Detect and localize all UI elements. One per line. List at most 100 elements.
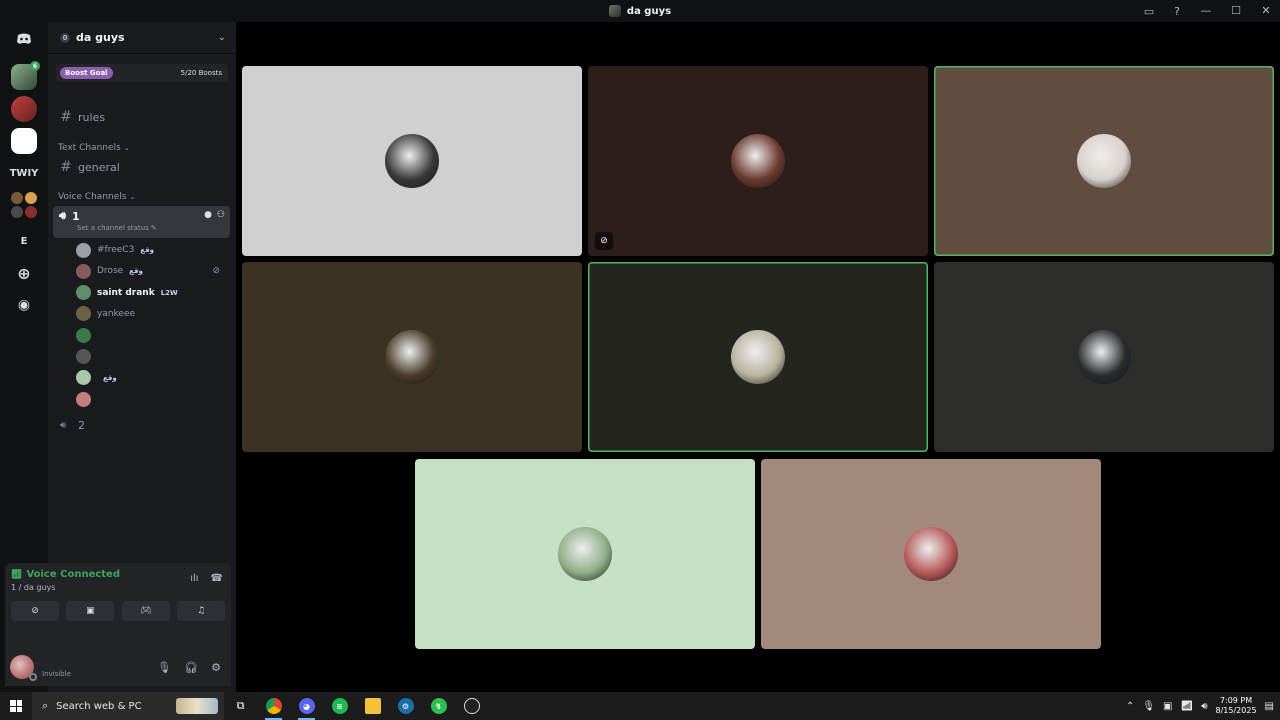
disconnect-icon[interactable]: ☎ <box>211 573 223 584</box>
microphone-icon[interactable]: 🎙︎ <box>157 661 171 674</box>
participant-tile[interactable] <box>761 459 1101 649</box>
participant-tile[interactable] <box>242 262 582 452</box>
noise-suppression-icon[interactable]: ılı <box>190 573 198 584</box>
discover-icon[interactable]: ◉ <box>11 292 37 318</box>
chrome-icon <box>265 698 282 714</box>
channel-rules-label: rules <box>78 110 106 124</box>
maximize-button[interactable]: ☐ <box>1228 3 1244 19</box>
camera-off-icon: ⊘ <box>31 606 39 616</box>
avatar <box>76 391 91 407</box>
taskbar-explorer[interactable] <box>356 692 389 720</box>
participant-tile[interactable]: ⊘ <box>588 66 928 256</box>
server-folder[interactable] <box>11 192 37 218</box>
voice-member[interactable] <box>76 348 226 366</box>
server-e[interactable]: E <box>11 228 37 254</box>
participant-tile[interactable] <box>415 459 755 649</box>
gear-icon[interactable]: ⚙ <box>211 661 221 674</box>
participant-avatar <box>558 527 612 581</box>
window-title-text: da guys <box>626 5 672 17</box>
headphones-icon[interactable]: 🎧︎ <box>184 661 198 674</box>
member-name: yankeee <box>97 308 136 319</box>
guild-header[interactable]: 0 da guys ⌄ <box>48 22 236 54</box>
task-view-button[interactable]: ⧉ <box>224 692 257 720</box>
server-da-guys[interactable]: 6 <box>11 61 40 90</box>
close-button[interactable]: ✕ <box>1258 3 1274 19</box>
soundboard-button[interactable]: ♫ <box>176 601 225 621</box>
system-tray: ⌃ 🎙︎ ▣ 📶︎ 🔊︎ 7:09 PM 8/15/2025 ▤ <box>1126 692 1280 720</box>
member-name: saint drank <box>97 287 155 298</box>
channel-status[interactable]: Set a channel status <box>77 224 149 232</box>
voice-member[interactable]: #freeC3 وقع <box>76 241 226 259</box>
mic-tray-icon[interactable]: 🎙︎ <box>1142 701 1155 712</box>
discord-home-icon[interactable] <box>11 26 37 52</box>
participant-tile[interactable] <box>588 262 928 452</box>
network-icon[interactable]: 📶︎ <box>1181 701 1194 712</box>
add-server-icon[interactable]: ⊕ <box>11 260 37 286</box>
taskbar-app-green[interactable]: ↯ <box>422 692 455 720</box>
gamepad-icon: 🎮︎ <box>139 606 152 616</box>
taskbar-chrome[interactable] <box>257 692 290 720</box>
minimize-button[interactable]: — <box>1198 3 1214 19</box>
channel-general[interactable]: # general <box>56 156 228 178</box>
server-twiy[interactable]: TWIY <box>10 160 39 186</box>
server-white[interactable] <box>11 128 37 154</box>
signal-icon: 📶︎ <box>11 569 23 580</box>
avatar <box>76 327 91 343</box>
voice-connected-status[interactable]: 📶︎ Voice Connected <box>11 569 120 580</box>
voice-channel-1[interactable]: 🔊︎ 1 Set a channel status ✎ ● ⚇ <box>53 206 230 238</box>
security-icon[interactable]: ▣ <box>1163 701 1172 712</box>
voice-member[interactable]: saint drank L2W <box>76 284 226 302</box>
taskbar-steam[interactable]: ⚙ <box>389 692 422 720</box>
hash-icon: # <box>60 109 72 125</box>
voice-member[interactable] <box>76 326 226 344</box>
channel-rules[interactable]: # rules <box>56 106 228 128</box>
voice-channel-2[interactable]: 🔊︎ 2 <box>56 414 228 436</box>
chevron-icon: ⌄ <box>123 144 130 152</box>
notification-icon[interactable]: ▤ <box>1265 701 1274 712</box>
taskbar-app-obs[interactable] <box>455 692 488 720</box>
chevron-up-icon[interactable]: ⌃ <box>1126 701 1134 712</box>
taskbar-discord[interactable]: ◕ <box>290 692 323 720</box>
screen-share-button[interactable]: ▣ <box>66 601 115 621</box>
voice-member[interactable] <box>76 390 226 408</box>
category-voice-label: Voice Channels <box>58 192 127 202</box>
participant-tile[interactable] <box>242 66 582 256</box>
server-thumb-icon <box>608 5 621 17</box>
invisible-status-dot <box>29 673 37 681</box>
windows-logo-icon <box>10 700 22 712</box>
boost-goal-label: Boost Goal <box>60 67 113 79</box>
participant-tile[interactable] <box>934 66 1274 256</box>
volume-icon[interactable]: 🔊︎ <box>1201 701 1207 712</box>
task-view-icon: ⧉ <box>236 699 245 712</box>
discord-icon: ◕ <box>298 698 315 714</box>
voice-member[interactable]: Drose وقع ⊘ <box>76 262 226 280</box>
guild-name: da guys <box>76 31 125 44</box>
category-voice-channels[interactable]: Voice Channels ⌄ <box>58 192 135 202</box>
category-text-channels[interactable]: Text Channels ⌄ <box>58 143 130 153</box>
help-icon[interactable]: ? <box>1170 4 1184 18</box>
speaker-icon: 🔊︎ <box>60 419 67 431</box>
voice-location[interactable]: 1 / da guys <box>11 583 55 592</box>
invite-icon[interactable]: ⚇ <box>217 210 225 220</box>
chat-icon[interactable]: ● <box>204 210 212 220</box>
taskbar-spotify[interactable]: ≋ <box>323 692 356 720</box>
camera-off-button[interactable]: ⊘ <box>11 601 59 621</box>
clock-date: 8/15/2025 <box>1215 706 1257 715</box>
pencil-icon: ✎ <box>150 224 157 232</box>
member-tag: L2W <box>160 288 178 297</box>
member-name: #freeC3 <box>97 245 135 255</box>
boost-goal-bar[interactable]: Boost Goal 5/20 Boosts <box>56 64 228 82</box>
start-button[interactable] <box>0 692 32 720</box>
avatar <box>76 370 91 386</box>
mic-muted-icon: ⊘ <box>595 232 613 250</box>
activities-button[interactable]: 🎮︎ <box>121 601 170 621</box>
voice-member[interactable]: وقع <box>76 369 226 387</box>
voice-member[interactable]: yankeee <box>76 305 226 323</box>
participant-tile[interactable] <box>934 262 1274 452</box>
taskbar-search[interactable]: ⌕ Search web & PC <box>32 692 224 720</box>
search-icon: ⌕ <box>42 699 49 712</box>
server-red[interactable] <box>11 96 37 122</box>
clock-time: 7:09 PM <box>1219 696 1253 705</box>
inbox-icon[interactable]: ▭ <box>1142 4 1156 18</box>
clock[interactable]: 7:09 PM 8/15/2025 <box>1216 696 1257 716</box>
